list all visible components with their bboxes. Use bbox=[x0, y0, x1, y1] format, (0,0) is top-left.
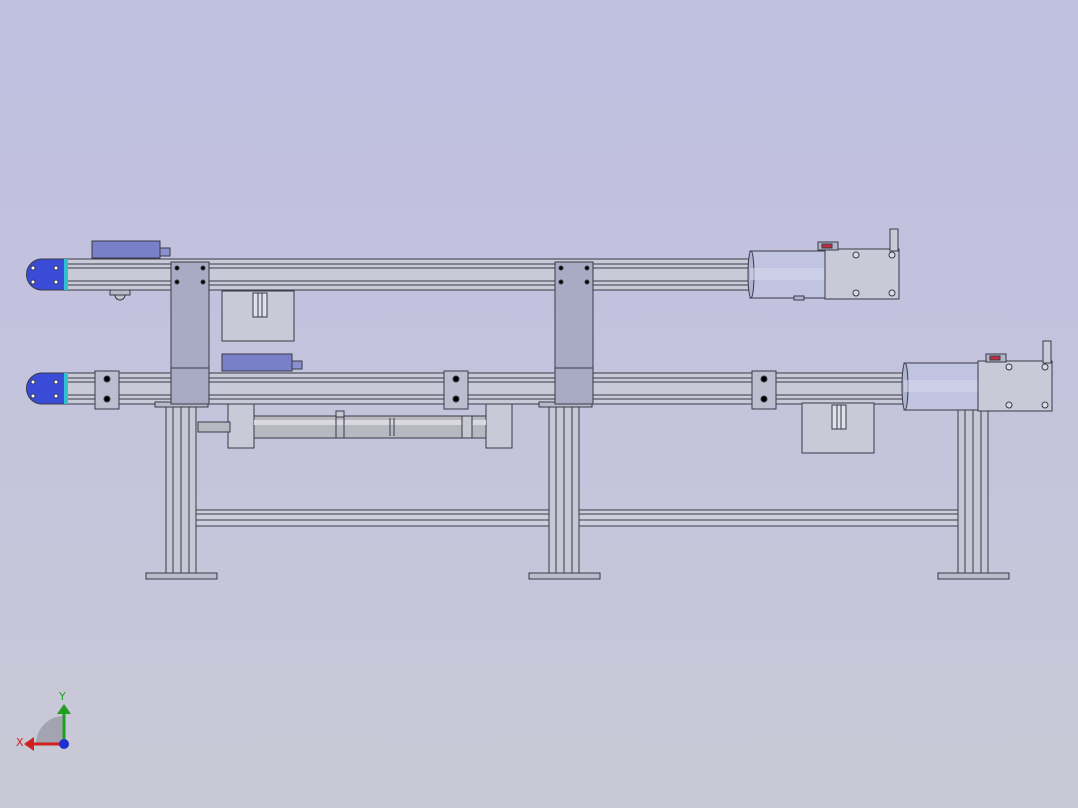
cylinder-mount-left bbox=[227, 403, 255, 449]
support-leg-right bbox=[937, 409, 1010, 580]
cylinder-barrel bbox=[253, 415, 487, 439]
lower-gearbox bbox=[977, 340, 1053, 412]
upper-bracket-left bbox=[170, 261, 210, 373]
pneumatic-cylinder bbox=[197, 403, 513, 449]
lower-clamp-2 bbox=[443, 370, 469, 410]
lower-clamp-3 bbox=[751, 370, 777, 410]
y-axis-label: Y bbox=[58, 690, 66, 703]
upper-bracket-right bbox=[554, 261, 594, 373]
upper-motor bbox=[747, 250, 829, 301]
lower-sensor-bracket bbox=[801, 402, 875, 454]
lower-guide-block bbox=[221, 353, 293, 372]
upper-sensor-bracket bbox=[221, 290, 295, 342]
y-axis-arrow bbox=[57, 704, 71, 714]
lower-motor bbox=[901, 362, 983, 411]
cylinder-mount-right bbox=[485, 403, 513, 449]
upper-conveyor bbox=[26, 228, 900, 373]
x-axis-arrow bbox=[24, 737, 34, 751]
upper-guide-block bbox=[91, 240, 161, 259]
upper-end-cap bbox=[26, 258, 67, 291]
upper-gearbox bbox=[817, 228, 900, 300]
axis-triad: X Y bbox=[16, 690, 71, 751]
support-leg-middle bbox=[528, 401, 601, 580]
triad-quadrant-shadow bbox=[36, 716, 64, 744]
lower-clamp-1 bbox=[94, 370, 120, 410]
cad-viewport[interactable]: X Y bbox=[0, 0, 1078, 808]
x-axis-label: X bbox=[16, 736, 24, 749]
z-axis-dot bbox=[59, 739, 69, 749]
lower-end-cap bbox=[26, 372, 67, 405]
